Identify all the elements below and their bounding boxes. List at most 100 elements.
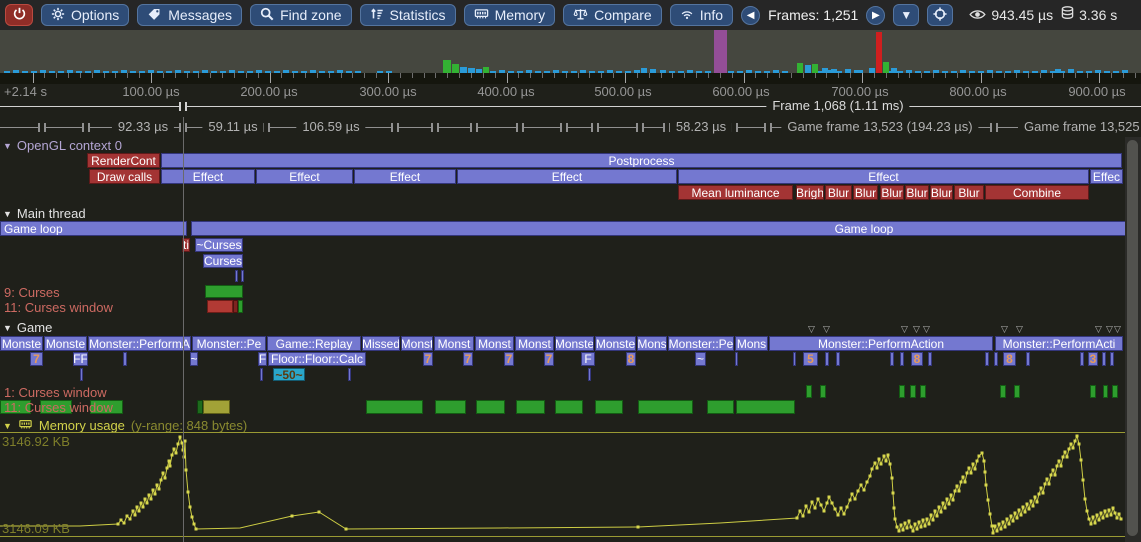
memory-usage-plot[interactable] <box>0 0 1141 542</box>
memory-data-point <box>171 454 174 457</box>
memory-data-point <box>1020 514 1023 517</box>
memory-data-point <box>991 525 994 528</box>
memory-data-point <box>994 525 997 528</box>
memory-data-point <box>1032 505 1035 508</box>
memory-data-point <box>952 499 955 502</box>
memory-data-point <box>874 462 877 465</box>
memory-data-point <box>799 510 802 513</box>
memory-data-point <box>1102 517 1105 520</box>
memory-data-point <box>1082 479 1085 482</box>
memory-data-point <box>1056 465 1059 468</box>
memory-data-point <box>989 513 992 516</box>
memory-data-point <box>998 523 1001 526</box>
memory-data-point <box>132 510 135 513</box>
memory-data-point <box>117 523 120 526</box>
memory-data-point <box>1070 443 1073 446</box>
memory-data-point <box>1086 510 1089 513</box>
memory-data-point <box>887 454 890 457</box>
memory-data-point <box>900 524 903 527</box>
memory-data-point <box>1026 503 1029 506</box>
memory-data-point <box>175 452 178 455</box>
memory-data-point <box>1060 465 1063 468</box>
memory-data-point <box>857 490 860 493</box>
memory-data-point <box>164 477 167 480</box>
memory-data-point <box>962 476 965 479</box>
memory-data-point <box>1118 513 1121 516</box>
memory-data-point <box>840 507 843 510</box>
memory-data-point <box>140 502 143 505</box>
memory-data-point <box>972 463 975 466</box>
memory-data-point <box>150 498 153 501</box>
memory-data-point <box>876 467 879 470</box>
memory-data-point <box>1028 508 1031 511</box>
memory-data-point <box>1088 518 1091 521</box>
memory-data-point <box>187 491 190 494</box>
memory-data-point <box>1104 510 1107 513</box>
memory-data-point <box>831 502 834 505</box>
memory-data-point <box>129 518 132 521</box>
memory-data-point <box>195 528 198 531</box>
memory-data-point <box>910 526 913 529</box>
memory-data-point <box>345 528 348 531</box>
memory-data-point <box>142 506 145 509</box>
memory-data-point <box>820 504 823 507</box>
memory-data-point <box>898 530 901 533</box>
memory-data-point <box>843 513 846 516</box>
memory-data-point <box>920 526 923 529</box>
lock-label: 11: Curses window <box>4 400 113 415</box>
memory-data-point <box>1046 478 1049 481</box>
timeline-cursor-line <box>183 117 184 542</box>
memory-data-point <box>960 481 963 484</box>
memory-data-point <box>902 529 905 532</box>
memory-data-point <box>823 510 826 513</box>
memory-data-point <box>976 460 979 463</box>
memory-data-point <box>926 518 929 521</box>
memory-data-point <box>894 518 897 521</box>
memory-data-point <box>156 484 159 487</box>
memory-data-point <box>1074 440 1077 443</box>
vertical-scrollbar[interactable] <box>1125 137 1141 542</box>
memory-data-point <box>1064 451 1067 454</box>
memory-data-point <box>1080 459 1083 462</box>
memory-data-point <box>1018 509 1021 512</box>
memory-data-point <box>984 471 987 474</box>
memory-data-point <box>177 443 180 446</box>
memory-data-point <box>924 525 927 528</box>
memory-data-point <box>1096 514 1099 517</box>
memory-data-point <box>808 511 811 514</box>
memory-data-point <box>160 479 163 482</box>
memory-data-point <box>828 496 831 499</box>
memory-data-point <box>191 516 194 519</box>
memory-data-point <box>974 468 977 471</box>
memory-data-point <box>892 492 895 495</box>
scrollbar-thumb[interactable] <box>1127 140 1138 536</box>
memory-data-point <box>1012 520 1015 523</box>
memory-data-point <box>138 510 141 513</box>
memory-data-point <box>152 489 155 492</box>
memory-data-point <box>179 436 182 439</box>
memory-data-point <box>169 465 172 468</box>
memory-data-point <box>1110 514 1113 517</box>
memory-data-point <box>1048 483 1051 486</box>
memory-data-point <box>950 494 953 497</box>
memory-data-point <box>970 472 973 475</box>
memory-data-point <box>978 455 981 458</box>
memory-data-point <box>893 507 896 510</box>
memory-data-point <box>1054 474 1057 477</box>
memory-data-point <box>291 515 294 518</box>
memory-data-point <box>805 505 808 508</box>
memory-data-point <box>154 493 157 496</box>
memory-data-point <box>637 526 640 529</box>
memory-data-point <box>878 458 881 461</box>
memory-data-point <box>854 498 857 501</box>
memory-data-point <box>134 514 137 517</box>
memory-data-point <box>914 523 917 526</box>
lock-label: 1: Curses window <box>4 385 107 400</box>
memory-max-label: 3146.92 KB <box>2 434 70 449</box>
memory-data-point <box>1068 448 1071 451</box>
memory-data-point <box>851 493 854 496</box>
memory-data-point <box>837 514 840 517</box>
memory-data-point <box>889 463 892 466</box>
memory-data-point <box>1092 516 1095 519</box>
memory-data-point <box>996 530 999 533</box>
